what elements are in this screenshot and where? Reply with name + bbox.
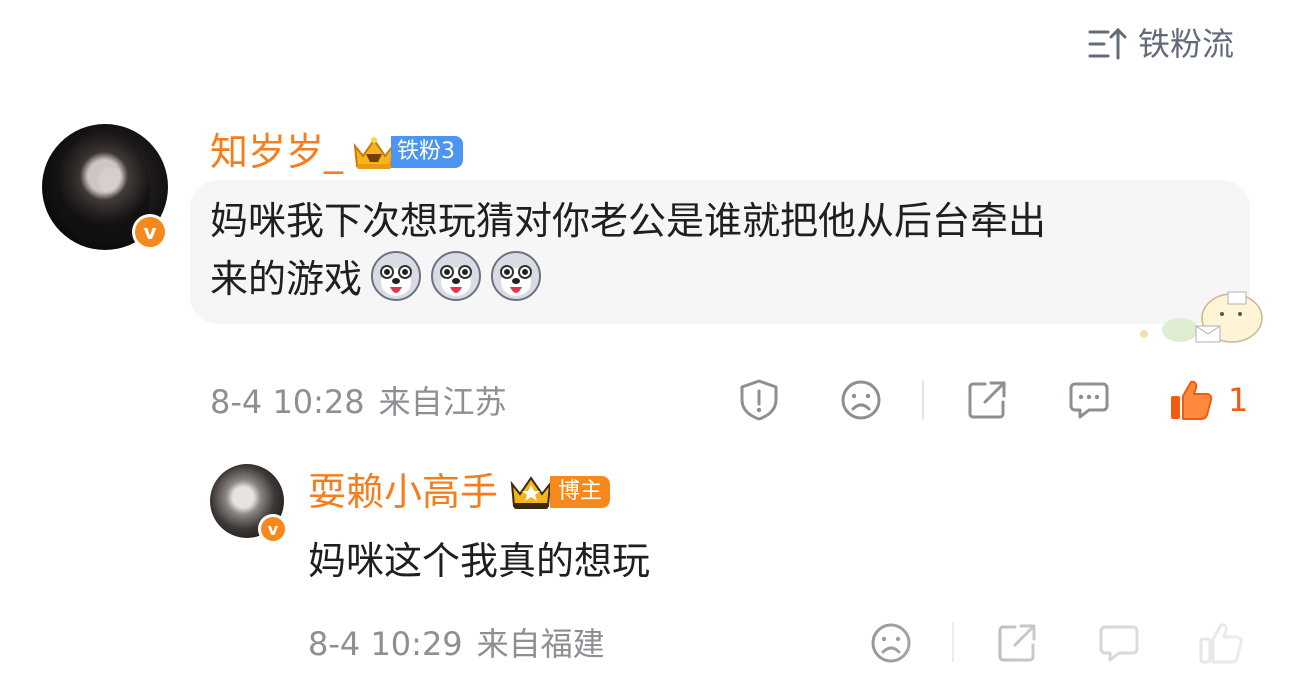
reply-location: 来自福建	[476, 625, 605, 663]
reply-verified-badge: v	[258, 514, 288, 544]
dislike-button[interactable]	[838, 377, 884, 423]
reply-text: 妈咪这个我真的想玩	[308, 539, 651, 583]
reply-username[interactable]: 耍赖小高手	[308, 468, 498, 516]
verified-badge: v	[132, 214, 168, 250]
fan-badge-label: 铁粉3	[391, 136, 464, 168]
like-button[interactable]: 1	[1168, 377, 1248, 423]
report-button[interactable]	[736, 377, 782, 423]
comment-time: 8-4 10:28	[210, 383, 365, 421]
watermark-fade	[840, 600, 1290, 686]
bubble-decoration-icon	[1140, 291, 1263, 343]
thumbs-up-icon	[1171, 380, 1213, 420]
comment-username[interactable]: 知岁岁_	[210, 128, 343, 176]
husky-emoji	[431, 251, 482, 301]
comment-text-line1: 妈咪我下次想玩猜对你老公是谁就把他从后台牵出	[210, 199, 1047, 243]
report-icon	[740, 379, 778, 421]
share-icon	[968, 381, 1006, 419]
reply-avatar[interactable]: v	[210, 464, 288, 544]
action-divider	[922, 380, 924, 420]
host-badge-label: 博主	[550, 476, 611, 508]
comment-avatar[interactable]: v	[42, 124, 168, 250]
reply-button[interactable]	[1066, 377, 1112, 423]
sort-toggle[interactable]: 铁粉流	[1088, 24, 1234, 64]
comment-meta: 8-4 10:28 来自江苏	[210, 382, 507, 422]
husky-emoji	[371, 251, 422, 301]
share-button[interactable]	[964, 377, 1010, 423]
comment-text: 妈咪我下次想玩猜对你老公是谁就把他从后台牵出 来的游戏	[210, 192, 1046, 308]
comment-icon	[1069, 382, 1109, 419]
sort-label: 铁粉流	[1138, 25, 1235, 63]
like-count: 1	[1228, 381, 1249, 419]
sad-face-icon	[841, 380, 881, 420]
crown-icon	[510, 476, 552, 509]
fan-level-badge[interactable]: 铁粉3	[351, 132, 464, 172]
host-badge[interactable]: 博主	[508, 472, 611, 512]
reply-meta: 8-4 10:29 来自福建	[308, 624, 605, 664]
comment-text-line2: 来的游戏	[210, 250, 1046, 308]
reply-time: 8-4 10:29	[308, 625, 463, 663]
husky-emoji	[491, 251, 542, 301]
comment-location: 来自江苏	[378, 383, 507, 421]
sort-icon	[1088, 27, 1127, 60]
